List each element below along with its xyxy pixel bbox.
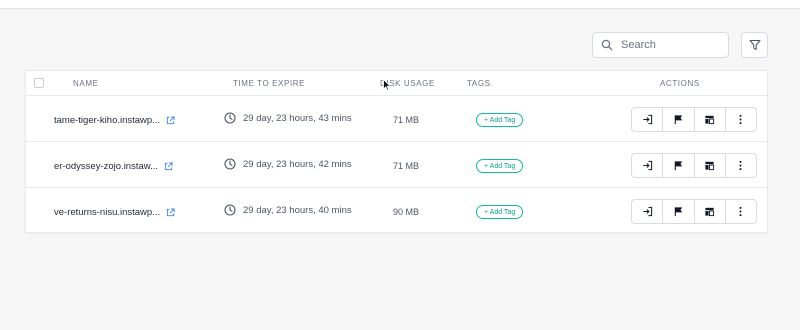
external-link-icon[interactable] xyxy=(166,116,175,125)
column-header-time-to-expire[interactable]: TIME TO EXPIRE xyxy=(233,79,305,88)
more-vertical-icon xyxy=(739,114,742,125)
disk-usage: 71 MB xyxy=(393,161,420,171)
expire-text: 29 day, 23 hours, 40 mins xyxy=(243,204,352,216)
flag-icon xyxy=(674,207,683,217)
expire-text: 29 day, 23 hours, 43 mins xyxy=(243,112,352,124)
expire-text: 29 day, 23 hours, 42 mins xyxy=(243,158,352,170)
more-button[interactable] xyxy=(726,108,756,131)
clock-icon xyxy=(224,204,236,216)
search-icon xyxy=(601,39,613,51)
site-name[interactable]: er-odyssey-zojo.instaw... xyxy=(54,161,158,172)
site-name[interactable]: ve-returns-nisu.instawp... xyxy=(54,207,160,218)
row-actions xyxy=(631,153,757,178)
site-link[interactable]: ve-returns-nisu.instawp... xyxy=(54,207,175,218)
filter-icon xyxy=(749,40,760,50)
login-button[interactable] xyxy=(632,108,664,131)
site-name[interactable]: tame-tiger-kiho.instawp... xyxy=(54,115,160,126)
more-vertical-icon xyxy=(739,206,742,217)
search-box[interactable] xyxy=(592,32,729,58)
search-input[interactable] xyxy=(621,39,721,51)
table-row: ve-returns-nisu.instawp... 29 day, 23 ho… xyxy=(26,188,767,234)
disk-usage: 71 MB xyxy=(393,115,420,125)
table-row: tame-tiger-kiho.instawp... 29 day, 23 ho… xyxy=(26,96,767,142)
top-bar xyxy=(0,0,800,9)
filter-button[interactable] xyxy=(741,32,768,58)
add-tag-button[interactable]: + Add Tag xyxy=(476,205,524,219)
more-button[interactable] xyxy=(726,200,756,223)
flag-icon xyxy=(674,115,683,125)
external-link-icon[interactable] xyxy=(164,162,173,171)
flag-button[interactable] xyxy=(663,108,695,131)
flag-icon xyxy=(674,161,683,171)
time-to-expire: 29 day, 23 hours, 43 mins xyxy=(224,112,352,124)
column-header-name[interactable]: NAME xyxy=(73,79,99,88)
add-tag-button[interactable]: + Add Tag xyxy=(476,159,524,173)
mouse-cursor-icon xyxy=(383,79,391,91)
layout-icon xyxy=(705,115,715,125)
layout-icon xyxy=(705,161,715,171)
login-icon xyxy=(643,114,652,125)
row-actions xyxy=(631,199,757,224)
table-header: NAME TIME TO EXPIRE DISK USAGE TAGS ACTI… xyxy=(26,71,767,96)
login-icon xyxy=(643,206,652,217)
table-row: er-odyssey-zojo.instaw... 29 day, 23 hou… xyxy=(26,142,767,188)
column-header-tags: TAGS xyxy=(467,79,491,88)
login-button[interactable] xyxy=(632,154,664,177)
time-to-expire: 29 day, 23 hours, 42 mins xyxy=(224,158,352,170)
layout-icon xyxy=(705,207,715,217)
column-header-actions: ACTIONS xyxy=(660,79,700,88)
layout-button[interactable] xyxy=(695,154,726,177)
more-button[interactable] xyxy=(726,154,756,177)
more-vertical-icon xyxy=(739,160,742,171)
row-actions xyxy=(631,107,757,132)
select-all-checkbox[interactable] xyxy=(34,78,44,88)
login-button[interactable] xyxy=(632,200,664,223)
disk-usage: 90 MB xyxy=(393,207,420,217)
time-to-expire: 29 day, 23 hours, 40 mins xyxy=(224,204,352,216)
clock-icon xyxy=(224,158,236,170)
layout-button[interactable] xyxy=(695,108,726,131)
sites-table: NAME TIME TO EXPIRE DISK USAGE TAGS ACTI… xyxy=(25,70,768,233)
clock-icon xyxy=(224,112,236,124)
external-link-icon[interactable] xyxy=(166,208,175,217)
site-link[interactable]: tame-tiger-kiho.instawp... xyxy=(54,115,175,126)
login-icon xyxy=(643,160,652,171)
flag-button[interactable] xyxy=(663,154,695,177)
site-link[interactable]: er-odyssey-zojo.instaw... xyxy=(54,161,173,172)
add-tag-button[interactable]: + Add Tag xyxy=(476,113,524,127)
layout-button[interactable] xyxy=(695,200,726,223)
flag-button[interactable] xyxy=(663,200,695,223)
